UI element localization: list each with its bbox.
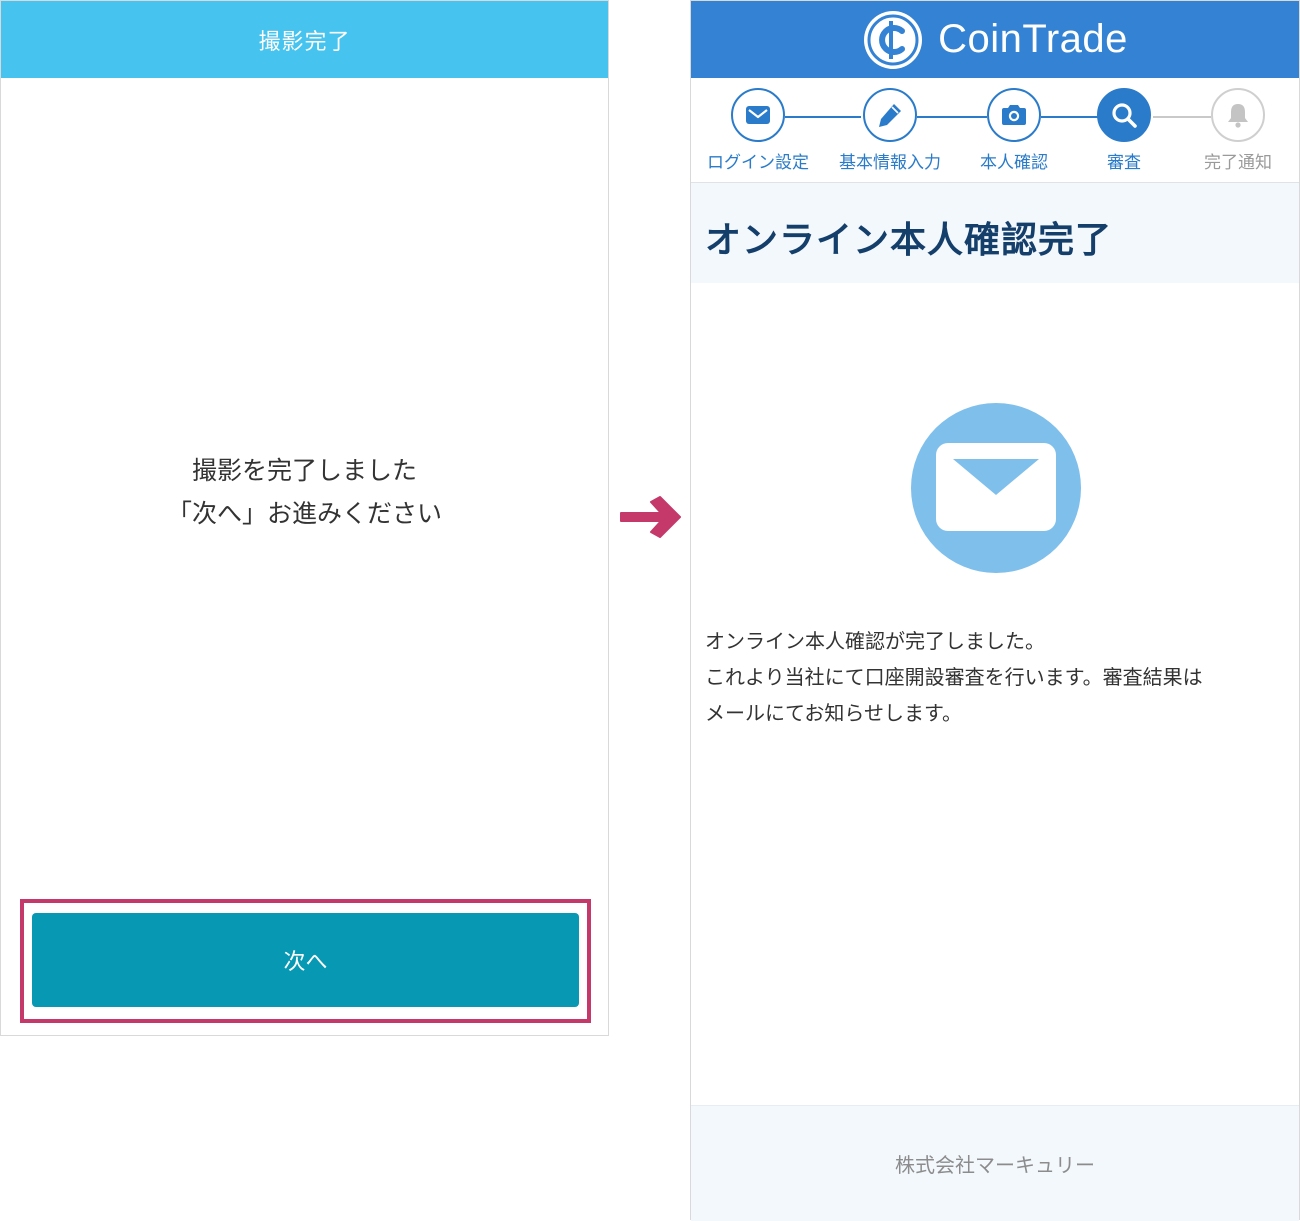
step-basic-info: [863, 88, 917, 142]
title-band: オンライン本人確認完了: [691, 183, 1299, 283]
step-completion-notice: [1211, 88, 1265, 142]
progress-stepper: ログイン設定 基本情報入力 本人確認 審査 完了通知: [691, 78, 1299, 183]
pencil-icon: [879, 104, 901, 127]
step-label-completion-notice: 完了通知: [1204, 153, 1272, 173]
body-line-2: これより当社にて口座開設審査を行います。審査結果は: [705, 665, 1203, 689]
mail-illustration-icon: [911, 403, 1081, 573]
app-name: CoinTrade: [938, 17, 1128, 61]
search-icon: [1112, 103, 1137, 128]
screen-header: 撮影完了: [1, 1, 608, 78]
body-line-3: メールにてお知らせします。: [705, 701, 962, 725]
bell-icon: [1228, 104, 1248, 128]
step-connector: [1041, 116, 1099, 118]
arrow-right-icon: [616, 491, 686, 543]
completion-description: オンライン本人確認が完了しました。 これより当社にて口座開設審査を行います。審査…: [705, 623, 1285, 731]
coin-c-logo-icon: [864, 10, 923, 69]
company-name: 株式会社マーキュリー: [895, 1153, 1095, 1177]
step-connector: [1153, 116, 1211, 118]
next-button[interactable]: 次へ: [32, 913, 579, 1007]
step-login-settings: [731, 88, 785, 142]
step-connector: [917, 116, 987, 118]
step-identity-verification: [987, 88, 1041, 142]
page-title: オンライン本人確認完了: [705, 220, 1113, 261]
mail-icon: [746, 106, 770, 124]
message-line-1: 撮影を完了しました: [191, 456, 417, 485]
footer: 株式会社マーキュリー: [691, 1105, 1299, 1221]
camera-complete-screen: 撮影完了 撮影を完了しました 「次へ」お進みください 次へ: [0, 0, 609, 1036]
body-line-1: オンライン本人確認が完了しました。: [705, 629, 1045, 653]
step-label-login-settings: ログイン設定: [707, 153, 809, 173]
step-review: [1097, 88, 1151, 142]
header-title: 撮影完了: [258, 29, 351, 55]
step-label-review: 審査: [1107, 153, 1141, 173]
completion-message: 撮影を完了しました 「次へ」お進みください: [1, 449, 608, 535]
message-line-2: 「次へ」お進みください: [166, 499, 442, 528]
step-label-basic-info: 基本情報入力: [839, 153, 941, 173]
camera-icon: [1002, 105, 1026, 125]
app-header: CoinTrade: [691, 1, 1299, 78]
step-connector: [785, 116, 861, 118]
verification-complete-screen: CoinTrade ログイン設定 基本情報入力 本人確認 審査 完了通知 オンラ…: [690, 0, 1300, 1221]
